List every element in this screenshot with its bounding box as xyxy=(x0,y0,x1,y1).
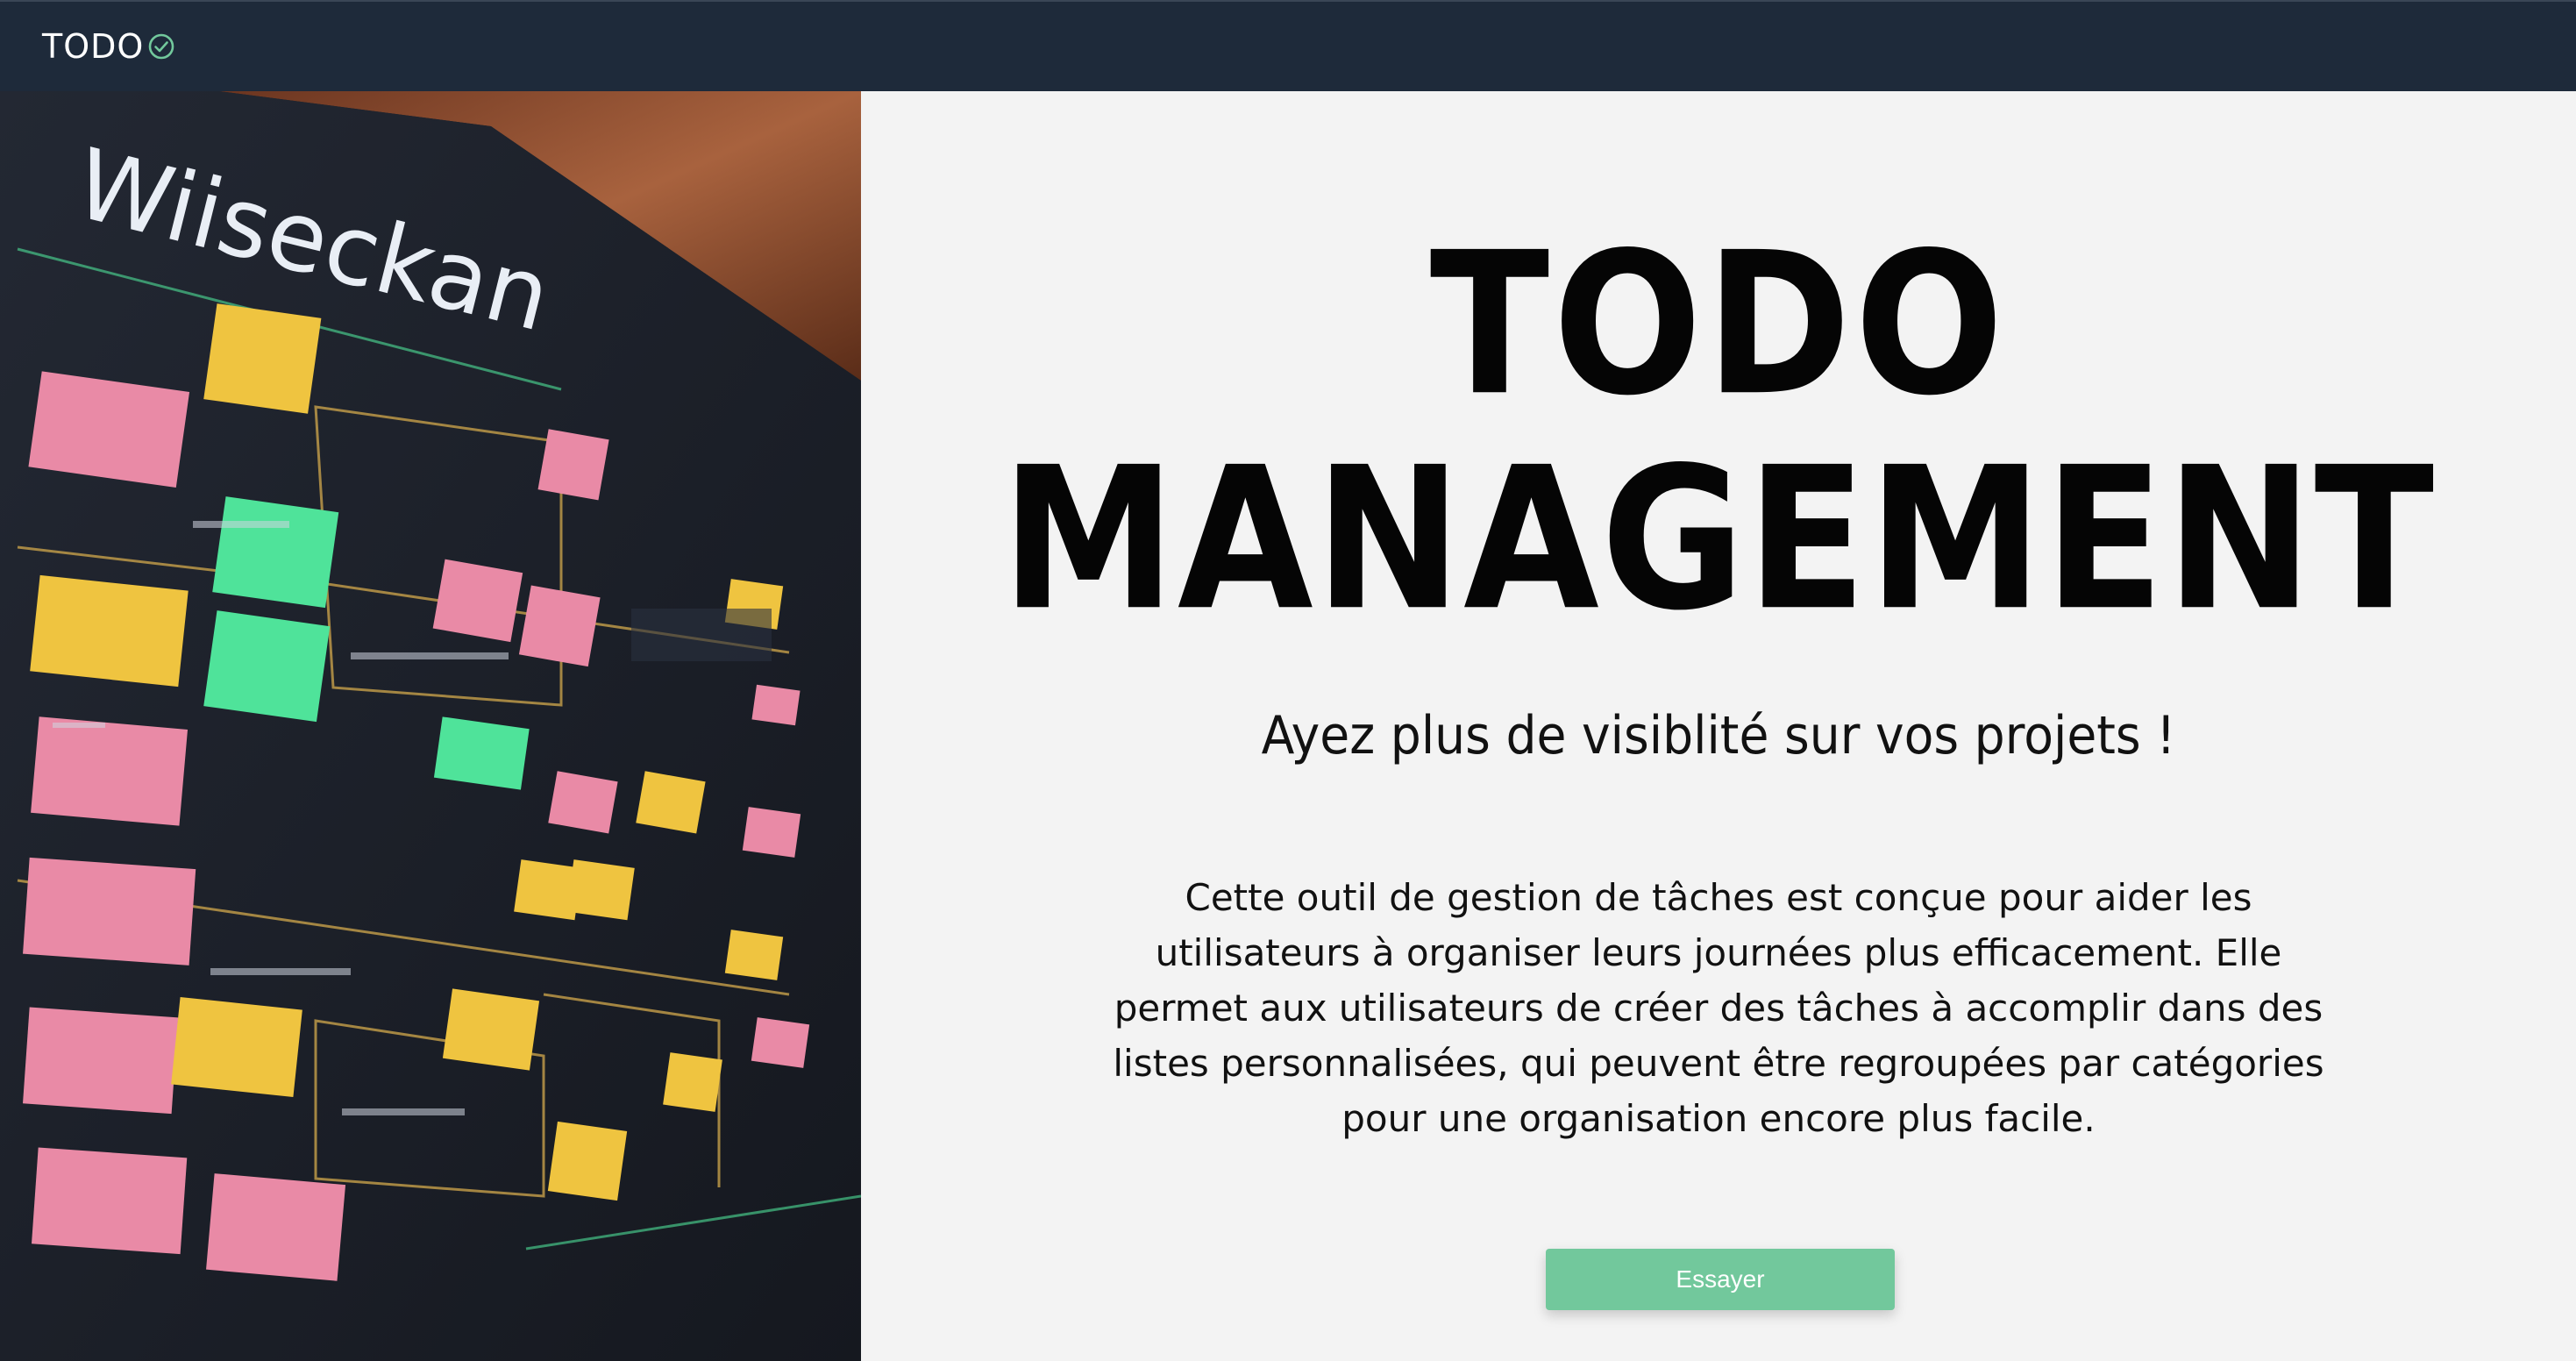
brand-logo[interactable]: TODO xyxy=(42,27,177,66)
main-content: TODO MANAGEMENT Ayez plus de visiblité s… xyxy=(861,91,2576,1361)
hero-description: Cette outil de gestion de tâches est con… xyxy=(1113,876,2324,1140)
hero-title-line-1: TODO xyxy=(1429,210,2008,439)
navbar: TODO xyxy=(0,0,2576,91)
hero-title-line-2: MANAGEMENT xyxy=(1000,425,2437,654)
brand-text: TODO xyxy=(42,27,145,66)
check-circle-icon xyxy=(148,33,174,60)
try-button[interactable]: Essayer xyxy=(1546,1249,1895,1310)
kanban-board-illustration: Wiiseckan xyxy=(0,91,861,1361)
hero-image-kanban-board: Wiiseckan xyxy=(0,91,861,1361)
hero-subtitle: Ayez plus de visiblité sur vos projets ! xyxy=(1261,705,2176,766)
